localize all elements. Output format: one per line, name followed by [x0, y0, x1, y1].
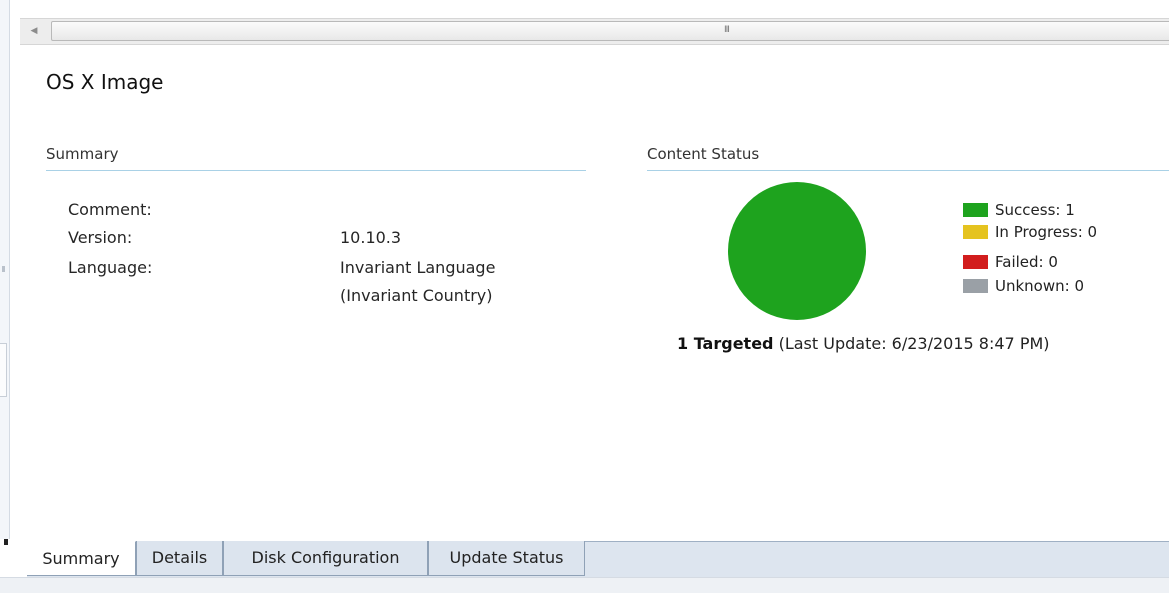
legend-success-swatch	[963, 203, 988, 217]
version-value: 10.10.3	[340, 228, 402, 247]
tab-update-status[interactable]: Update Status	[428, 541, 585, 576]
version-label: Version:	[68, 228, 133, 247]
tab-bar-corner-mark	[4, 539, 8, 545]
last-update-text: (Last Update: 6/23/2015 8:47 PM)	[778, 334, 1050, 353]
content-status-divider	[647, 170, 1169, 171]
targeted-summary: 1 Targeted (Last Update: 6/23/2015 8:47 …	[677, 333, 1050, 355]
bottom-tab-bar: Summary Details Disk Configuration Updat…	[0, 539, 1169, 577]
summary-divider	[46, 170, 586, 171]
legend-success-label: Success: 1	[995, 201, 1075, 219]
language-value-line2: (Invariant Country)	[340, 286, 493, 305]
horizontal-scrollbar[interactable]: ◀ III	[20, 18, 1169, 45]
tab-disk-configuration[interactable]: Disk Configuration	[223, 541, 428, 576]
comment-label: Comment:	[68, 200, 152, 219]
splitter-grip[interactable]	[2, 266, 5, 272]
legend-failed-swatch	[963, 255, 988, 269]
language-value: Invariant Language	[340, 258, 496, 277]
targeted-count: 1 Targeted	[677, 334, 774, 353]
scrollbar-thumb[interactable]: III	[51, 21, 1169, 41]
legend-unknown-label: Unknown: 0	[995, 277, 1084, 295]
tab-details[interactable]: Details	[136, 541, 223, 576]
scrollbar-grip-icon: III	[724, 25, 730, 35]
legend-in-progress-label: In Progress: 0	[995, 223, 1098, 241]
status-bar	[0, 577, 1169, 593]
content-status-section-header: Content Status	[647, 145, 760, 163]
page-title: OS X Image	[46, 70, 164, 94]
legend-in-progress-swatch	[963, 225, 988, 239]
legend-failed-label: Failed: 0	[995, 253, 1058, 271]
scroll-left-arrow-icon[interactable]: ◀	[20, 19, 48, 44]
tab-summary[interactable]: Summary	[27, 541, 136, 576]
left-pane-scroll-fragment	[0, 343, 7, 397]
language-label: Language:	[68, 258, 153, 277]
summary-section-header: Summary	[46, 145, 119, 163]
left-pane-edge	[0, 0, 10, 592]
content-status-pie-chart	[728, 182, 866, 320]
legend-unknown-swatch	[963, 279, 988, 293]
